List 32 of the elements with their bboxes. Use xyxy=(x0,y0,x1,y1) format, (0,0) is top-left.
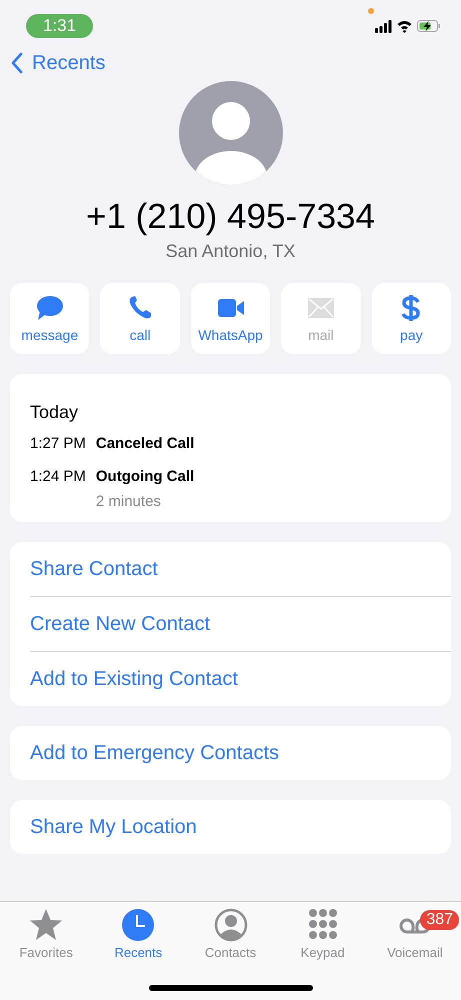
message-action-button[interactable]: message xyxy=(10,283,90,354)
tab-item[interactable]: Contacts xyxy=(184,908,277,960)
call-time: 1:27 PM xyxy=(30,435,86,452)
notification-badge: 387 xyxy=(420,910,460,930)
privacy-dot-icon xyxy=(368,8,374,14)
option-link[interactable]: Share My Location xyxy=(30,800,451,854)
phone-number: +1 (210) 495-7334 xyxy=(85,197,376,237)
chevron-left-icon xyxy=(10,52,24,74)
call-duration: 2 minutes xyxy=(96,493,162,510)
option-link[interactable]: Add to Existing Contact xyxy=(30,652,451,706)
tab-item[interactable]: Recents xyxy=(92,908,184,960)
call-type: Outgoing Call xyxy=(96,468,194,485)
tab-item[interactable]: Keypad xyxy=(276,908,369,960)
location-text: San Antonio, TX xyxy=(164,241,296,262)
call-type: Canceled Call xyxy=(96,435,194,452)
call-action-button[interactable]: call xyxy=(100,283,180,354)
video-action-button[interactable]: WhatsApp xyxy=(190,283,270,354)
log-heading: Today xyxy=(30,402,80,423)
pay-action-button[interactable]: pay xyxy=(372,283,452,354)
battery-icon xyxy=(417,20,441,32)
tab-item[interactable]: Favorites xyxy=(0,908,92,960)
speech-bubble-icon xyxy=(34,294,65,320)
option-link[interactable]: Create New Contact xyxy=(30,597,451,652)
option-link[interactable]: Add to Emergency Contacts xyxy=(30,726,451,780)
tab-item[interactable]: Voicemail 387 xyxy=(368,908,461,960)
back-button[interactable]: Recents xyxy=(10,52,106,74)
avatar-icon xyxy=(178,81,282,185)
wifi-icon xyxy=(397,19,412,33)
call-time: 1:24 PM xyxy=(30,468,86,487)
option-link[interactable]: Share Contact xyxy=(30,542,451,597)
status-time: 1:31 xyxy=(26,14,93,38)
signal-icon xyxy=(375,19,392,33)
